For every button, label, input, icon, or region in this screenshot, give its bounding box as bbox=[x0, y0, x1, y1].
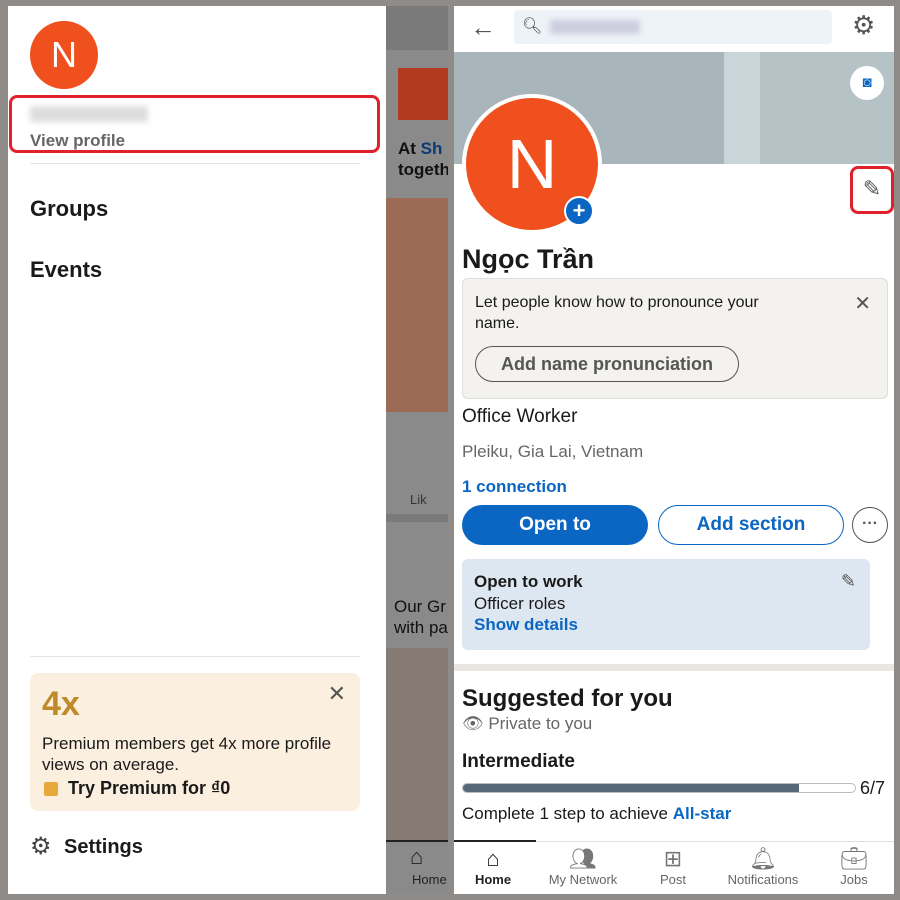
close-icon[interactable]: ✕ bbox=[854, 291, 871, 316]
bottom-nav: ⌂ Home 👥︎ My Network ⊞ Post 🔔︎ Notifications… bbox=[454, 840, 894, 894]
edit-pencil-icon[interactable]: ✎ bbox=[850, 166, 894, 214]
back-arrow-icon[interactable]: ← bbox=[470, 12, 496, 43]
open-to-work-title: Open to work bbox=[474, 572, 583, 591]
nav-notifications[interactable]: 🔔︎ Notifications bbox=[719, 842, 807, 887]
home-icon: ⌂ bbox=[410, 844, 424, 869]
search-icon: 🔍︎ bbox=[522, 18, 543, 35]
complete-text: Complete 1 step to achieve All-star bbox=[462, 804, 732, 823]
nav-jobs[interactable]: 💼︎ Jobs bbox=[810, 842, 894, 887]
open-to-work-roles: Officer roles bbox=[474, 594, 566, 613]
background-feed-overlay[interactable]: At Sh togeth Lik Our Gr with pa ⌂ Home bbox=[386, 6, 448, 894]
progress-bar bbox=[462, 783, 856, 793]
level-label: Intermediate bbox=[462, 751, 575, 772]
network-icon: 👥︎ bbox=[569, 846, 597, 871]
add-photo-icon[interactable]: + bbox=[564, 196, 594, 226]
gear-icon[interactable]: ⚙ bbox=[852, 10, 875, 41]
progress-count: 6/7 bbox=[860, 778, 886, 798]
divider bbox=[30, 656, 360, 657]
blurred-search bbox=[550, 20, 640, 34]
privacy-label: 👁︎ Private to you bbox=[462, 714, 593, 733]
show-details-link[interactable]: Show details bbox=[474, 615, 578, 635]
close-icon[interactable]: ✕ bbox=[328, 681, 346, 707]
try-premium-link[interactable]: Try Premium for ₫0 bbox=[68, 778, 230, 799]
settings-link[interactable]: Settings bbox=[64, 836, 143, 859]
nav-post[interactable]: ⊞ Post bbox=[629, 842, 717, 887]
gear-icon[interactable]: ⚙ bbox=[30, 832, 52, 861]
menu-item-events[interactable]: Events bbox=[30, 257, 102, 283]
search-input[interactable]: 🔍︎ bbox=[514, 10, 832, 44]
nav-home[interactable]: ⌂ Home bbox=[454, 842, 537, 887]
section-divider bbox=[454, 664, 894, 671]
shopee-logo bbox=[398, 68, 448, 120]
pronunciation-text: Let people know how to pronounce your na… bbox=[475, 294, 759, 332]
view-profile-link[interactable]: View profile bbox=[30, 131, 125, 151]
all-star-link[interactable]: All-star bbox=[673, 804, 732, 823]
suggested-title: Suggested for you bbox=[462, 685, 673, 712]
eye-icon: 👁︎ bbox=[462, 714, 489, 733]
profile-screen: ← 🔍︎ ⚙ ◙ N + ✎ Ngọc Trần Let people know… bbox=[454, 6, 894, 894]
briefcase-icon: 💼︎ bbox=[840, 846, 868, 871]
like-button: Lik bbox=[410, 492, 427, 507]
profile-name: Ngọc Trần bbox=[462, 244, 595, 274]
home-icon: ⌂ bbox=[486, 846, 500, 871]
plus-square-icon: ⊞ bbox=[663, 846, 683, 871]
more-options-icon[interactable]: ··· bbox=[852, 507, 888, 543]
connections-link[interactable]: 1 connection bbox=[462, 477, 567, 497]
blurred-name bbox=[30, 106, 148, 122]
profile-location: Pleiku, Gia Lai, Vietnam bbox=[462, 442, 644, 461]
premium-headline: 4x bbox=[42, 685, 80, 723]
avatar[interactable]: N bbox=[30, 21, 98, 89]
side-menu: N View profile Groups Events 4x ✕ Premiu… bbox=[8, 6, 386, 894]
pronunciation-card: Let people know how to pronounce your na… bbox=[462, 278, 888, 399]
feed-image bbox=[386, 198, 448, 412]
bell-icon: 🔔︎ bbox=[749, 846, 777, 871]
menu-item-groups[interactable]: Groups bbox=[30, 196, 108, 222]
feed-text-2: Our Gr with pa bbox=[394, 597, 448, 637]
open-to-button[interactable]: Open to bbox=[462, 505, 648, 545]
add-name-pronunciation-button[interactable]: Add name pronunciation bbox=[475, 346, 739, 382]
nav-my-network[interactable]: 👥︎ My Network bbox=[539, 842, 627, 887]
divider bbox=[30, 163, 360, 164]
open-to-work-card[interactable]: Open to work Officer roles Show details … bbox=[462, 559, 870, 650]
camera-icon[interactable]: ◙ bbox=[850, 66, 884, 100]
feed-text: At Sh togeth bbox=[398, 139, 448, 179]
premium-card: 4x ✕ Premium members get 4x more profile… bbox=[30, 673, 360, 811]
profile-headline: Office Worker bbox=[462, 406, 578, 427]
premium-icon bbox=[44, 782, 58, 796]
premium-text: Premium members get 4x more profile view… bbox=[42, 734, 332, 774]
edit-pencil-icon[interactable]: ✎ bbox=[841, 571, 856, 592]
nav-home: Home bbox=[412, 872, 447, 887]
add-section-button[interactable]: Add section bbox=[658, 505, 844, 545]
view-profile-highlight[interactable]: View profile bbox=[9, 95, 380, 153]
